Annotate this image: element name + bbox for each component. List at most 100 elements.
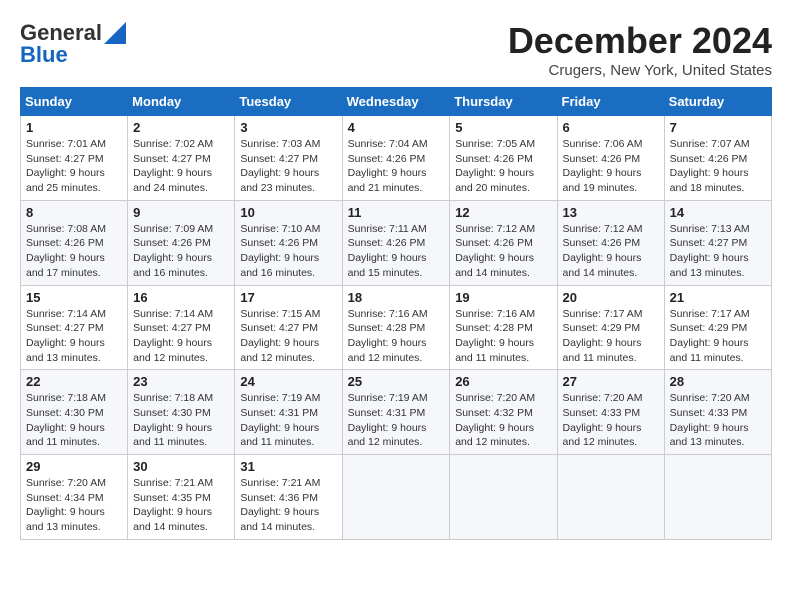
day-info: Sunrise: 7:11 AM Sunset: 4:26 PM Dayligh…	[348, 222, 445, 281]
day-info: Sunrise: 7:20 AM Sunset: 4:33 PM Dayligh…	[563, 391, 659, 450]
day-number: 12	[455, 205, 551, 220]
calendar-cell: 7 Sunrise: 7:07 AM Sunset: 4:26 PM Dayli…	[664, 116, 771, 201]
calendar-cell: 23 Sunrise: 7:18 AM Sunset: 4:30 PM Dayl…	[128, 370, 235, 455]
calendar-cell: 22 Sunrise: 7:18 AM Sunset: 4:30 PM Dayl…	[21, 370, 128, 455]
day-number: 29	[26, 459, 122, 474]
calendar-cell: 25 Sunrise: 7:19 AM Sunset: 4:31 PM Dayl…	[342, 370, 450, 455]
calendar-cell: 24 Sunrise: 7:19 AM Sunset: 4:31 PM Dayl…	[235, 370, 342, 455]
calendar-cell: 15 Sunrise: 7:14 AM Sunset: 4:27 PM Dayl…	[21, 285, 128, 370]
header-friday: Friday	[557, 88, 664, 116]
day-number: 7	[670, 120, 766, 135]
calendar-cell: 10 Sunrise: 7:10 AM Sunset: 4:26 PM Dayl…	[235, 200, 342, 285]
calendar-cell	[342, 455, 450, 540]
day-info: Sunrise: 7:17 AM Sunset: 4:29 PM Dayligh…	[563, 307, 659, 366]
calendar-cell: 9 Sunrise: 7:09 AM Sunset: 4:26 PM Dayli…	[128, 200, 235, 285]
header-sunday: Sunday	[21, 88, 128, 116]
header-tuesday: Tuesday	[235, 88, 342, 116]
page-header: General Blue December 2024 Crugers, New …	[20, 20, 772, 79]
calendar-cell: 20 Sunrise: 7:17 AM Sunset: 4:29 PM Dayl…	[557, 285, 664, 370]
logo-triangle-icon	[104, 22, 126, 44]
day-number: 22	[26, 374, 122, 389]
day-number: 11	[348, 205, 445, 220]
calendar-cell: 19 Sunrise: 7:16 AM Sunset: 4:28 PM Dayl…	[450, 285, 557, 370]
calendar-cell: 26 Sunrise: 7:20 AM Sunset: 4:32 PM Dayl…	[450, 370, 557, 455]
day-number: 17	[240, 290, 336, 305]
calendar-cell: 2 Sunrise: 7:02 AM Sunset: 4:27 PM Dayli…	[128, 116, 235, 201]
day-info: Sunrise: 7:21 AM Sunset: 4:36 PM Dayligh…	[240, 476, 336, 535]
logo-blue-text: Blue	[20, 42, 68, 68]
day-info: Sunrise: 7:20 AM Sunset: 4:32 PM Dayligh…	[455, 391, 551, 450]
day-number: 9	[133, 205, 229, 220]
header-saturday: Saturday	[664, 88, 771, 116]
day-number: 4	[348, 120, 445, 135]
calendar-cell: 30 Sunrise: 7:21 AM Sunset: 4:35 PM Dayl…	[128, 455, 235, 540]
day-number: 31	[240, 459, 336, 474]
day-number: 25	[348, 374, 445, 389]
day-info: Sunrise: 7:12 AM Sunset: 4:26 PM Dayligh…	[455, 222, 551, 281]
day-number: 21	[670, 290, 766, 305]
header-monday: Monday	[128, 88, 235, 116]
month-title: December 2024	[508, 20, 772, 62]
day-number: 1	[26, 120, 122, 135]
day-number: 14	[670, 205, 766, 220]
day-info: Sunrise: 7:14 AM Sunset: 4:27 PM Dayligh…	[26, 307, 122, 366]
calendar-cell: 21 Sunrise: 7:17 AM Sunset: 4:29 PM Dayl…	[664, 285, 771, 370]
calendar-cell: 1 Sunrise: 7:01 AM Sunset: 4:27 PM Dayli…	[21, 116, 128, 201]
day-number: 19	[455, 290, 551, 305]
calendar-cell: 16 Sunrise: 7:14 AM Sunset: 4:27 PM Dayl…	[128, 285, 235, 370]
day-info: Sunrise: 7:02 AM Sunset: 4:27 PM Dayligh…	[133, 137, 229, 196]
day-number: 5	[455, 120, 551, 135]
day-number: 27	[563, 374, 659, 389]
calendar-cell: 6 Sunrise: 7:06 AM Sunset: 4:26 PM Dayli…	[557, 116, 664, 201]
calendar-cell	[557, 455, 664, 540]
day-info: Sunrise: 7:01 AM Sunset: 4:27 PM Dayligh…	[26, 137, 122, 196]
calendar-cell: 14 Sunrise: 7:13 AM Sunset: 4:27 PM Dayl…	[664, 200, 771, 285]
calendar-cell: 27 Sunrise: 7:20 AM Sunset: 4:33 PM Dayl…	[557, 370, 664, 455]
calendar-week-3: 15 Sunrise: 7:14 AM Sunset: 4:27 PM Dayl…	[21, 285, 772, 370]
day-info: Sunrise: 7:13 AM Sunset: 4:27 PM Dayligh…	[670, 222, 766, 281]
day-info: Sunrise: 7:12 AM Sunset: 4:26 PM Dayligh…	[563, 222, 659, 281]
calendar-cell: 17 Sunrise: 7:15 AM Sunset: 4:27 PM Dayl…	[235, 285, 342, 370]
day-info: Sunrise: 7:21 AM Sunset: 4:35 PM Dayligh…	[133, 476, 229, 535]
day-info: Sunrise: 7:16 AM Sunset: 4:28 PM Dayligh…	[348, 307, 445, 366]
calendar-cell: 12 Sunrise: 7:12 AM Sunset: 4:26 PM Dayl…	[450, 200, 557, 285]
day-info: Sunrise: 7:06 AM Sunset: 4:26 PM Dayligh…	[563, 137, 659, 196]
calendar-cell: 4 Sunrise: 7:04 AM Sunset: 4:26 PM Dayli…	[342, 116, 450, 201]
day-number: 2	[133, 120, 229, 135]
day-number: 23	[133, 374, 229, 389]
calendar-cell: 13 Sunrise: 7:12 AM Sunset: 4:26 PM Dayl…	[557, 200, 664, 285]
calendar-cell	[664, 455, 771, 540]
calendar-cell: 5 Sunrise: 7:05 AM Sunset: 4:26 PM Dayli…	[450, 116, 557, 201]
day-number: 24	[240, 374, 336, 389]
day-number: 6	[563, 120, 659, 135]
day-number: 28	[670, 374, 766, 389]
calendar-header-row: SundayMondayTuesdayWednesdayThursdayFrid…	[21, 88, 772, 116]
day-info: Sunrise: 7:17 AM Sunset: 4:29 PM Dayligh…	[670, 307, 766, 366]
logo: General Blue	[20, 20, 126, 68]
day-info: Sunrise: 7:14 AM Sunset: 4:27 PM Dayligh…	[133, 307, 229, 366]
day-info: Sunrise: 7:16 AM Sunset: 4:28 PM Dayligh…	[455, 307, 551, 366]
day-info: Sunrise: 7:19 AM Sunset: 4:31 PM Dayligh…	[348, 391, 445, 450]
day-info: Sunrise: 7:20 AM Sunset: 4:34 PM Dayligh…	[26, 476, 122, 535]
day-number: 16	[133, 290, 229, 305]
day-number: 20	[563, 290, 659, 305]
day-info: Sunrise: 7:04 AM Sunset: 4:26 PM Dayligh…	[348, 137, 445, 196]
calendar-cell: 31 Sunrise: 7:21 AM Sunset: 4:36 PM Dayl…	[235, 455, 342, 540]
day-info: Sunrise: 7:05 AM Sunset: 4:26 PM Dayligh…	[455, 137, 551, 196]
day-info: Sunrise: 7:09 AM Sunset: 4:26 PM Dayligh…	[133, 222, 229, 281]
calendar-week-2: 8 Sunrise: 7:08 AM Sunset: 4:26 PM Dayli…	[21, 200, 772, 285]
day-info: Sunrise: 7:18 AM Sunset: 4:30 PM Dayligh…	[26, 391, 122, 450]
calendar-cell: 3 Sunrise: 7:03 AM Sunset: 4:27 PM Dayli…	[235, 116, 342, 201]
day-number: 15	[26, 290, 122, 305]
calendar-week-5: 29 Sunrise: 7:20 AM Sunset: 4:34 PM Dayl…	[21, 455, 772, 540]
day-number: 13	[563, 205, 659, 220]
day-number: 8	[26, 205, 122, 220]
calendar-cell	[450, 455, 557, 540]
day-info: Sunrise: 7:18 AM Sunset: 4:30 PM Dayligh…	[133, 391, 229, 450]
calendar-cell: 18 Sunrise: 7:16 AM Sunset: 4:28 PM Dayl…	[342, 285, 450, 370]
title-block: December 2024 Crugers, New York, United …	[508, 20, 772, 79]
day-info: Sunrise: 7:03 AM Sunset: 4:27 PM Dayligh…	[240, 137, 336, 196]
day-info: Sunrise: 7:20 AM Sunset: 4:33 PM Dayligh…	[670, 391, 766, 450]
calendar-cell: 8 Sunrise: 7:08 AM Sunset: 4:26 PM Dayli…	[21, 200, 128, 285]
day-number: 3	[240, 120, 336, 135]
